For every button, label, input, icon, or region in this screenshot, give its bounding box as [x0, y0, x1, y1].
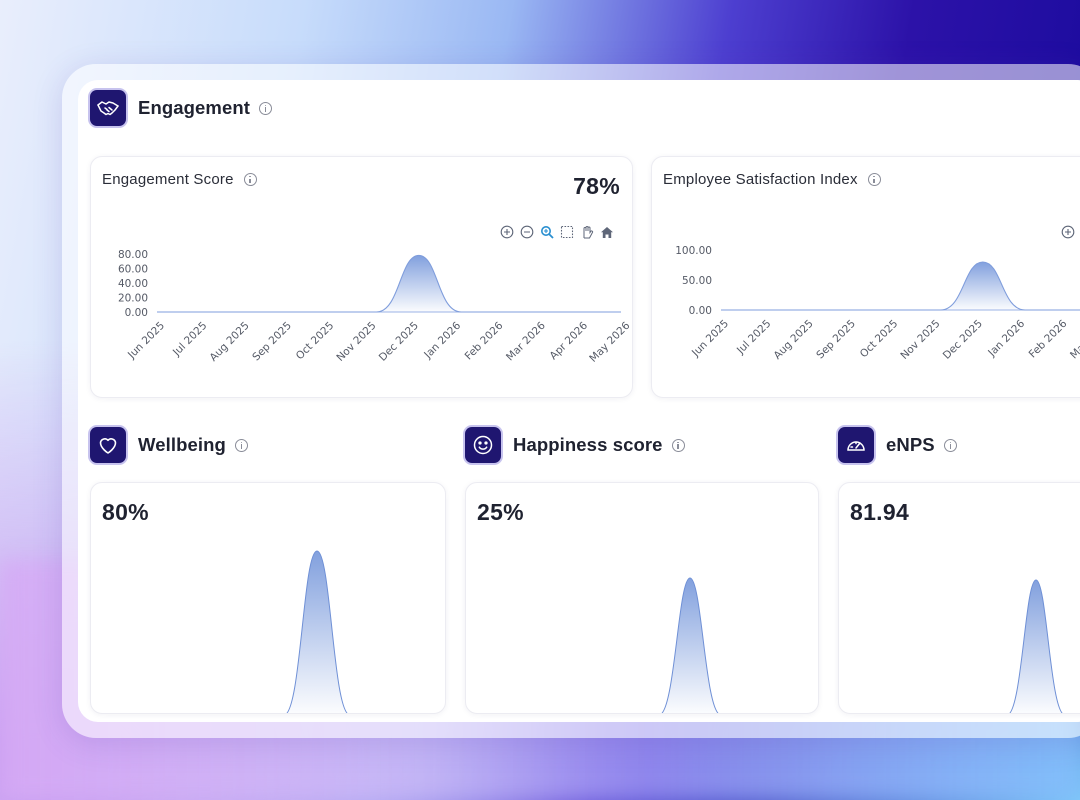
x-tick-label: Jun 2025: [125, 320, 167, 362]
enps-sparkline: [1009, 579, 1063, 713]
x-tick-label: Feb 2026: [1027, 317, 1070, 360]
series-area: [721, 262, 1080, 310]
engagement-score-label: Engagement Score: [102, 171, 234, 188]
wellbeing-sparkline: [286, 550, 348, 713]
x-tick-label: Jun 2025: [689, 318, 731, 360]
x-tick-label: Sep 2025: [814, 318, 858, 362]
x-tick-label: Oct 2025: [858, 318, 901, 361]
enps-peak: [1009, 579, 1063, 713]
x-tick-label: Dec 2025: [377, 320, 421, 364]
y-tick-label: 40.00: [118, 278, 148, 290]
y-tick-label: 20.00: [118, 293, 148, 305]
smile-icon: [465, 427, 501, 463]
y-tick-label: 0.00: [125, 307, 148, 319]
info-icon[interactable]: [234, 438, 248, 452]
enps-title: eNPS: [886, 434, 935, 455]
wellbeing-card: 80%: [90, 482, 446, 714]
satisfaction-index-card: Employee Satisfaction Index 0.00 50.00 100…: [651, 156, 1080, 398]
series-line: [157, 254, 621, 313]
y-tick-label: 50.00: [682, 275, 712, 287]
satisfaction-index-chart: 0.00 50.00 100.00 Jun 2025 Jul 2025Aug 2025S…: [675, 245, 1080, 362]
happiness-header: Happiness score: [465, 427, 685, 463]
engagement-title: Engagement: [138, 97, 251, 118]
x-tick-label: Apr 2026: [548, 319, 591, 362]
info-icon[interactable]: [259, 101, 273, 115]
happiness-peak: [661, 577, 719, 713]
x-tick-label: Dec 2025: [941, 318, 985, 362]
x-tick-label: Nov 2025: [898, 318, 942, 362]
info-icon[interactable]: [243, 173, 257, 186]
series-line: [721, 261, 1080, 311]
gauge-icon: [838, 427, 874, 463]
engagement-score-card: Engagement Score 78% 0.00 20.00 40.00 60.00…: [90, 156, 633, 398]
wellbeing-header: Wellbeing: [90, 427, 248, 463]
y-tick-label: 0.00: [689, 305, 712, 317]
info-icon[interactable]: [867, 173, 881, 186]
x-tick-label: Jan 2026: [985, 317, 1027, 359]
enps-card: 81.94: [838, 482, 1080, 714]
x-tick-label: Mar 2026: [1068, 317, 1080, 361]
happiness-title: Happiness score: [513, 434, 663, 455]
y-tick-label: 60.00: [118, 264, 148, 276]
info-icon[interactable]: [671, 438, 685, 452]
x-tick-label: Nov 2025: [334, 320, 378, 364]
x-tick-label: Mar 2026: [504, 319, 548, 363]
x-tick-label: Aug 2025: [207, 320, 251, 364]
happiness-card: 25%: [465, 482, 819, 714]
engagement-score-value: 78%: [573, 173, 620, 199]
heart-icon: [90, 427, 126, 463]
engagement-score-title: Engagement Score: [102, 171, 257, 188]
x-tick-label: May 2026: [587, 319, 632, 364]
happiness-sparkline: [661, 577, 719, 713]
y-tick-label: 100.00: [675, 245, 712, 257]
x-tick-label: Jul 2025: [170, 320, 209, 359]
y-tick-label: 80.00: [118, 249, 148, 261]
x-tick-label: Aug 2025: [771, 318, 815, 362]
x-tick-label: Feb 2026: [463, 319, 506, 362]
info-icon[interactable]: [943, 438, 957, 452]
wellbeing-peak: [286, 550, 348, 713]
engagement-header: Engagement: [90, 90, 273, 126]
series-area: [157, 255, 621, 312]
satisfaction-index-title: Employee Satisfaction Index: [663, 171, 881, 188]
wellbeing-title: Wellbeing: [138, 434, 226, 455]
x-tick-label: Oct 2025: [294, 320, 337, 363]
engagement-score-chart: 0.00 20.00 40.00 60.00 80.00 Jun 2025 Jul 2025…: [118, 249, 632, 365]
enps-header: eNPS: [838, 427, 957, 463]
x-tick-label: Jul 2025: [734, 318, 773, 357]
handshake-icon: [90, 90, 126, 126]
dashboard-panel: Engagement Engagement Score 78% 0.00 20.0…: [78, 80, 1080, 722]
satisfaction-index-label: Employee Satisfaction Index: [663, 171, 858, 188]
x-tick-label: Sep 2025: [250, 320, 294, 364]
x-tick-label: Jan 2026: [421, 319, 463, 361]
